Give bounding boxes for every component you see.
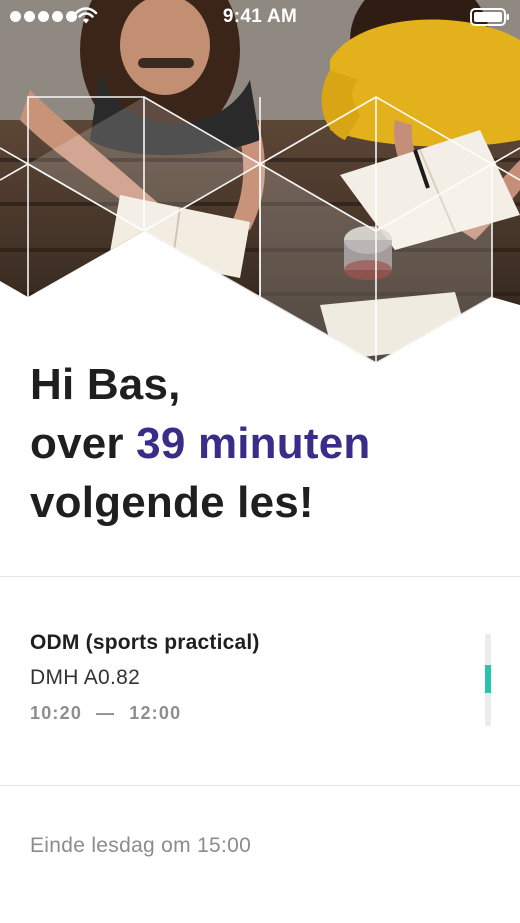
lesson-progress-track [485,634,491,726]
status-bar: 9:41 AM [0,0,520,34]
greeting-name-line: Hi Bas, [30,360,181,409]
day-end-label: Einde lesdag om 15:00 [30,834,252,857]
greeting-next-lesson-line: volgende les! [30,478,314,527]
section-divider-top [0,576,520,577]
section-divider-bottom [0,785,520,786]
battery-icon [470,8,509,26]
greeting-heading: Hi Bas, over 39 minuten volgende les! [30,355,500,532]
greeting-countdown-prefix: over [30,419,137,468]
greeting-countdown-line: over 39 minuten [30,414,500,473]
lesson-progress-indicator [485,664,491,693]
lesson-time-separator: — [96,703,116,723]
hero-image [0,0,520,365]
lesson-time-range: 10:20 — 12:00 [30,696,450,730]
lesson-start-time: 10:20 [30,703,83,723]
lesson-card[interactable]: ODM (sports practical) DMH A0.82 10:20 —… [30,626,450,730]
lesson-end-time: 12:00 [129,703,182,723]
countdown-minutes: 39 minuten [136,419,371,468]
lesson-room: DMH A0.82 [30,666,141,689]
status-time: 9:41 AM [222,6,298,27]
lesson-title: ODM (sports practical) [30,631,260,654]
app-screen: 9:41 AM Hi Bas, over 39 minuten volgende… [0,0,520,923]
hero-illustration [0,0,520,363]
